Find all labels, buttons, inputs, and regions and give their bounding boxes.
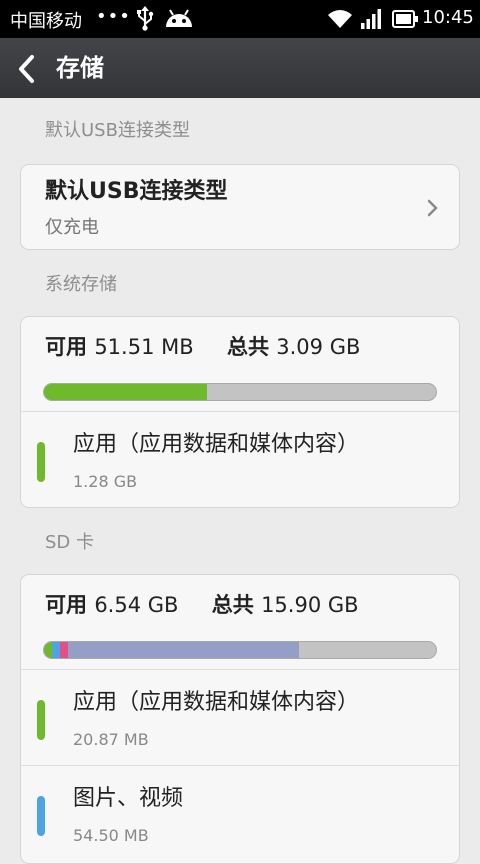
total-value: 15.90 GB	[261, 593, 359, 617]
apps-color-swatch	[37, 442, 45, 482]
usb-item-title: 默认USB连接类型	[45, 179, 228, 204]
available-label: 可用	[45, 335, 87, 359]
usage-bar-segment	[59, 642, 68, 658]
usb-icon	[137, 6, 154, 31]
category-size: 20.87 MB	[73, 730, 149, 749]
available-value: 51.51 MB	[94, 335, 194, 359]
sd-card-label: SD 卡	[45, 532, 95, 553]
usb-connection-type-item[interactable]: 默认USB连接类型 仅充电	[20, 164, 460, 250]
signal-icon	[361, 9, 381, 29]
chevron-right-icon	[427, 199, 438, 217]
category-size: 1.28 GB	[73, 472, 138, 491]
title-bar: 存储	[0, 38, 480, 98]
chevron-left-icon	[19, 55, 34, 83]
sd-card-usage-bar	[43, 641, 437, 659]
sd-card-summary: 可用 6.54 GB 总共 15.90 GB	[45, 589, 359, 619]
system-storage-summary: 可用 51.51 MB 总共 3.09 GB	[45, 331, 360, 361]
category-title: 图片、视频	[73, 786, 184, 811]
usage-bar-segment	[67, 642, 299, 658]
android-icon	[166, 9, 192, 27]
usb-item-value: 仅充电	[45, 217, 99, 238]
wifi-icon	[328, 10, 352, 28]
notification-dots: •••	[96, 6, 131, 27]
usage-bar-segment	[44, 642, 52, 658]
system-storage-usage-bar	[43, 383, 437, 401]
apps-color-swatch	[37, 700, 45, 740]
sd-card-storage-card: 可用 6.54 GB 总共 15.90 GB 应用（应用数据和媒体内容） 20.…	[20, 574, 460, 864]
clock: 10:45	[422, 7, 474, 28]
total-label: 总共	[211, 593, 254, 617]
total-value: 3.09 GB	[276, 335, 361, 359]
status-bar: 中国移动 ••• 10:45	[0, 0, 480, 38]
battery-icon	[392, 10, 418, 28]
total-label: 总共	[226, 335, 269, 359]
usage-bar-segment	[44, 384, 207, 400]
available-value: 6.54 GB	[94, 593, 179, 617]
usage-bar-segment	[51, 642, 60, 658]
system-storage-label: 系统存储	[45, 274, 117, 295]
page-title: 存储	[56, 54, 104, 82]
system-storage-card: 可用 51.51 MB 总共 3.09 GB 应用（应用数据和媒体内容） 1.2…	[20, 316, 460, 508]
carrier-name: 中国移动	[10, 11, 82, 32]
storage-category-pictures-videos[interactable]: 图片、视频 54.50 MB	[21, 766, 459, 860]
storage-category-apps[interactable]: 应用（应用数据和媒体内容） 1.28 GB	[21, 412, 459, 506]
usb-section-label: 默认USB连接类型	[45, 120, 190, 141]
storage-category-apps[interactable]: 应用（应用数据和媒体内容） 20.87 MB	[21, 670, 459, 764]
available-label: 可用	[45, 593, 87, 617]
category-size: 54.50 MB	[73, 826, 149, 845]
back-button[interactable]	[0, 38, 52, 98]
category-title: 应用（应用数据和媒体内容）	[73, 432, 360, 457]
category-title: 应用（应用数据和媒体内容）	[73, 690, 360, 715]
pictures-color-swatch	[37, 796, 45, 836]
